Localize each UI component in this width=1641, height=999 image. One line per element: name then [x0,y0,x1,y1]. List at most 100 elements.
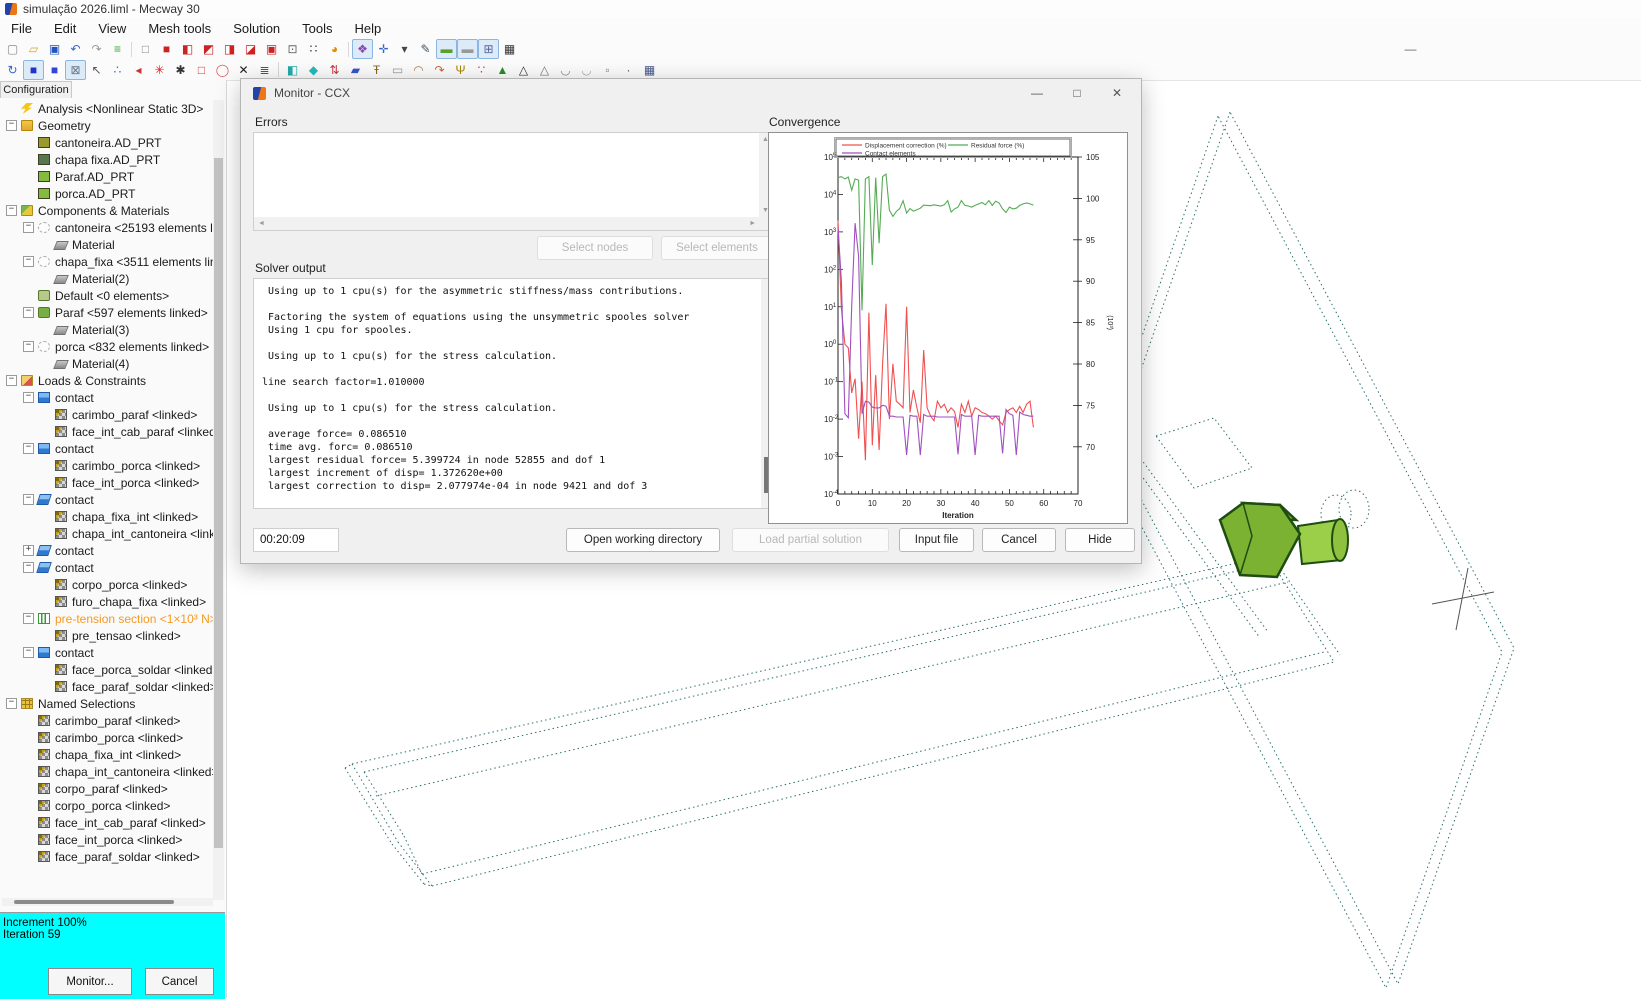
tree-item-chapa_int_cantoneira[interactable]: chapa_int_cantoneira <linked> [2,763,214,780]
select-box-icon[interactable]: ⊠ [65,60,86,80]
menu-help[interactable]: Help [344,19,393,38]
tree-item-cantoneira.ad_prt[interactable]: cantoneira.AD_PRT [2,134,214,151]
monitor-button[interactable]: Monitor... [48,968,132,995]
tree-item-face_porca_soldar[interactable]: face_porca_soldar <linked> [2,661,214,678]
cancel-solve-button[interactable]: Cancel [145,968,214,995]
minimize-icon[interactable]: — [1017,82,1057,104]
small-cube-icon[interactable]: ▫ [597,60,618,80]
tree-item-default[interactable]: Default <0 elements> [2,287,214,304]
collapse-expander-icon[interactable]: − [23,307,34,318]
mirror-tool-icon[interactable]: ⇅ [324,60,345,80]
tree-item-contact[interactable]: −contact [2,440,214,457]
tree-item-analysis[interactable]: Analysis <Nonlinear Static 3D> [2,100,214,117]
scroll-left-icon[interactable]: ◄ [258,220,265,227]
star-cube-icon[interactable]: ✱ [170,60,191,80]
green-plate-icon[interactable]: ▬ [436,39,457,59]
collapse-dash-icon[interactable]: — [1400,39,1421,59]
select-nodes-button[interactable]: Select nodes [537,236,653,260]
new-file-icon[interactable]: ▢ [2,39,23,59]
wireframe-cube-icon[interactable]: □ [135,39,156,59]
select-nodes-tool-icon[interactable]: ∴ [107,60,128,80]
mesh-lines-icon[interactable]: ≡ [107,39,128,59]
load-partial-solution-button[interactable]: Load partial solution [732,528,889,552]
tree-item-contact[interactable]: −contact [2,559,214,576]
element-green-icon[interactable]: ▲ [492,60,513,80]
mesh-grid-icon[interactable]: ▦ [499,39,520,59]
zoom-cube-icon[interactable]: ⊡ [282,39,303,59]
dialog-titlebar[interactable]: Monitor - CCX — □ ✕ [241,79,1141,107]
tree-item-chapa_fixa_int[interactable]: chapa_fixa_int <linked> [2,508,214,525]
snap-points-icon[interactable]: ✳ [149,60,170,80]
tree-item-chapa_int_cantoneira[interactable]: chapa_int_cantoneira <linked> [2,525,214,542]
select-faces-tool-icon[interactable]: ◂ [128,60,149,80]
open-file-icon[interactable]: ▱ [23,39,44,59]
tree-item-carimbo_porca[interactable]: carimbo_porca <linked> [2,457,214,474]
solver-output-box[interactable]: Using up to 1 cpu(s) for the asymmetric … [253,278,773,509]
expand-expander-icon[interactable]: + [23,545,34,556]
collapse-expander-icon[interactable]: − [23,256,34,267]
tree-item-paraf[interactable]: −Paraf <597 elements linked> [2,304,214,321]
collapse-expander-icon[interactable]: − [23,562,34,573]
scroll-right-icon[interactable]: ► [749,220,756,227]
tree-item-face_paraf_soldar[interactable]: face_paraf_soldar <linked> [2,678,214,695]
tree-item-pre-tension[interactable]: −pre-tension section <1×10³ N> [2,610,214,627]
tree-item-loads[interactable]: −Loads & Constraints [2,372,214,389]
hide-button[interactable]: Hide [1065,528,1135,552]
solid-blue-cube-icon[interactable]: ■ [23,60,44,80]
tree-item-porca[interactable]: −porca <832 elements linked> [2,338,214,355]
maximize-icon[interactable]: □ [1057,82,1097,104]
tree-item-carimbo_paraf[interactable]: carimbo_paraf <linked> [2,712,214,729]
tree-item-corpo_paraf[interactable]: corpo_paraf <linked> [2,780,214,797]
table-grid-icon[interactable]: ▦ [639,60,660,80]
collapse-expander-icon[interactable]: − [6,375,17,386]
cube-edge-icon[interactable]: ◨ [219,39,240,59]
box-tool-icon[interactable]: ▭ [387,60,408,80]
tree-item-corpo_porca[interactable]: corpo_porca <linked> [2,797,214,814]
edit-plane-icon[interactable]: ✎ [415,39,436,59]
menu-file[interactable]: File [0,19,43,38]
tree-item-cantoneira[interactable]: −cantoneira <25193 elements linked> [2,219,214,236]
collapse-expander-icon[interactable]: − [23,613,34,624]
delete-icon[interactable]: ✕ [233,60,254,80]
antenna-tool-icon[interactable]: Ψ [450,60,471,80]
tree-item-material[interactable]: Material [2,236,214,253]
cursor-icon[interactable]: ↖ [86,60,107,80]
menu-edit[interactable]: Edit [43,19,87,38]
red-rect-icon[interactable]: □ [191,60,212,80]
triangle-b-icon[interactable]: △ [534,60,555,80]
tree-item-face_int_cab_paraf[interactable]: face_int_cab_paraf <linked> [2,423,214,440]
input-file-button[interactable]: Input file [899,528,974,552]
tree-item-corpo_porca[interactable]: corpo_porca <linked> [2,576,214,593]
tree-item-chapa_fixa_int[interactable]: chapa_fixa_int <linked> [2,746,214,763]
menu-view[interactable]: View [87,19,137,38]
hook-tool-icon[interactable]: ↷ [429,60,450,80]
tree-item-contact[interactable]: −contact [2,389,214,406]
collapse-expander-icon[interactable]: − [23,647,34,658]
cube-face-icon[interactable]: ◧ [177,39,198,59]
errors-box[interactable]: ▲ ▼ ◄ ► [253,132,773,231]
u-shape-icon[interactable]: ◡ [555,60,576,80]
solid-cube-icon[interactable]: ■ [156,39,177,59]
cube-inner-icon[interactable]: ▣ [261,39,282,59]
cube-top-icon[interactable]: ◩ [198,39,219,59]
tree-item-contact[interactable]: −contact [2,491,214,508]
tree-item-carimbo_paraf[interactable]: carimbo_paraf <linked> [2,406,214,423]
menu-tools[interactable]: Tools [291,19,343,38]
gray-plate-icon[interactable]: ▬ [457,39,478,59]
dot-icon[interactable]: · [618,60,639,80]
dots-tool-icon[interactable]: ∵ [471,60,492,80]
collapse-expander-icon[interactable]: − [6,205,17,216]
dropdown-icon[interactable]: ▾ [394,39,415,59]
tab-configuration[interactable]: Configuration [0,81,72,98]
collapse-expander-icon[interactable]: − [6,698,17,709]
diamond-tool-icon[interactable]: ◆ [303,60,324,80]
tree-item-chapa[interactable]: chapa fixa.AD_PRT [2,151,214,168]
tree-horizontal-scrollbar[interactable] [2,898,213,906]
tree-item-chapa_fixa[interactable]: −chapa_fixa <3511 elements linked> [2,253,214,270]
tree-item-material4[interactable]: Material(4) [2,355,214,372]
tree-item-face_int_porca[interactable]: face_int_porca <linked> [2,474,214,491]
tree-item-components[interactable]: −Components & Materials [2,202,214,219]
collapse-expander-icon[interactable]: − [23,494,34,505]
tree-item-material2[interactable]: Material(2) [2,270,214,287]
open-working-directory-button[interactable]: Open working directory [566,528,720,552]
